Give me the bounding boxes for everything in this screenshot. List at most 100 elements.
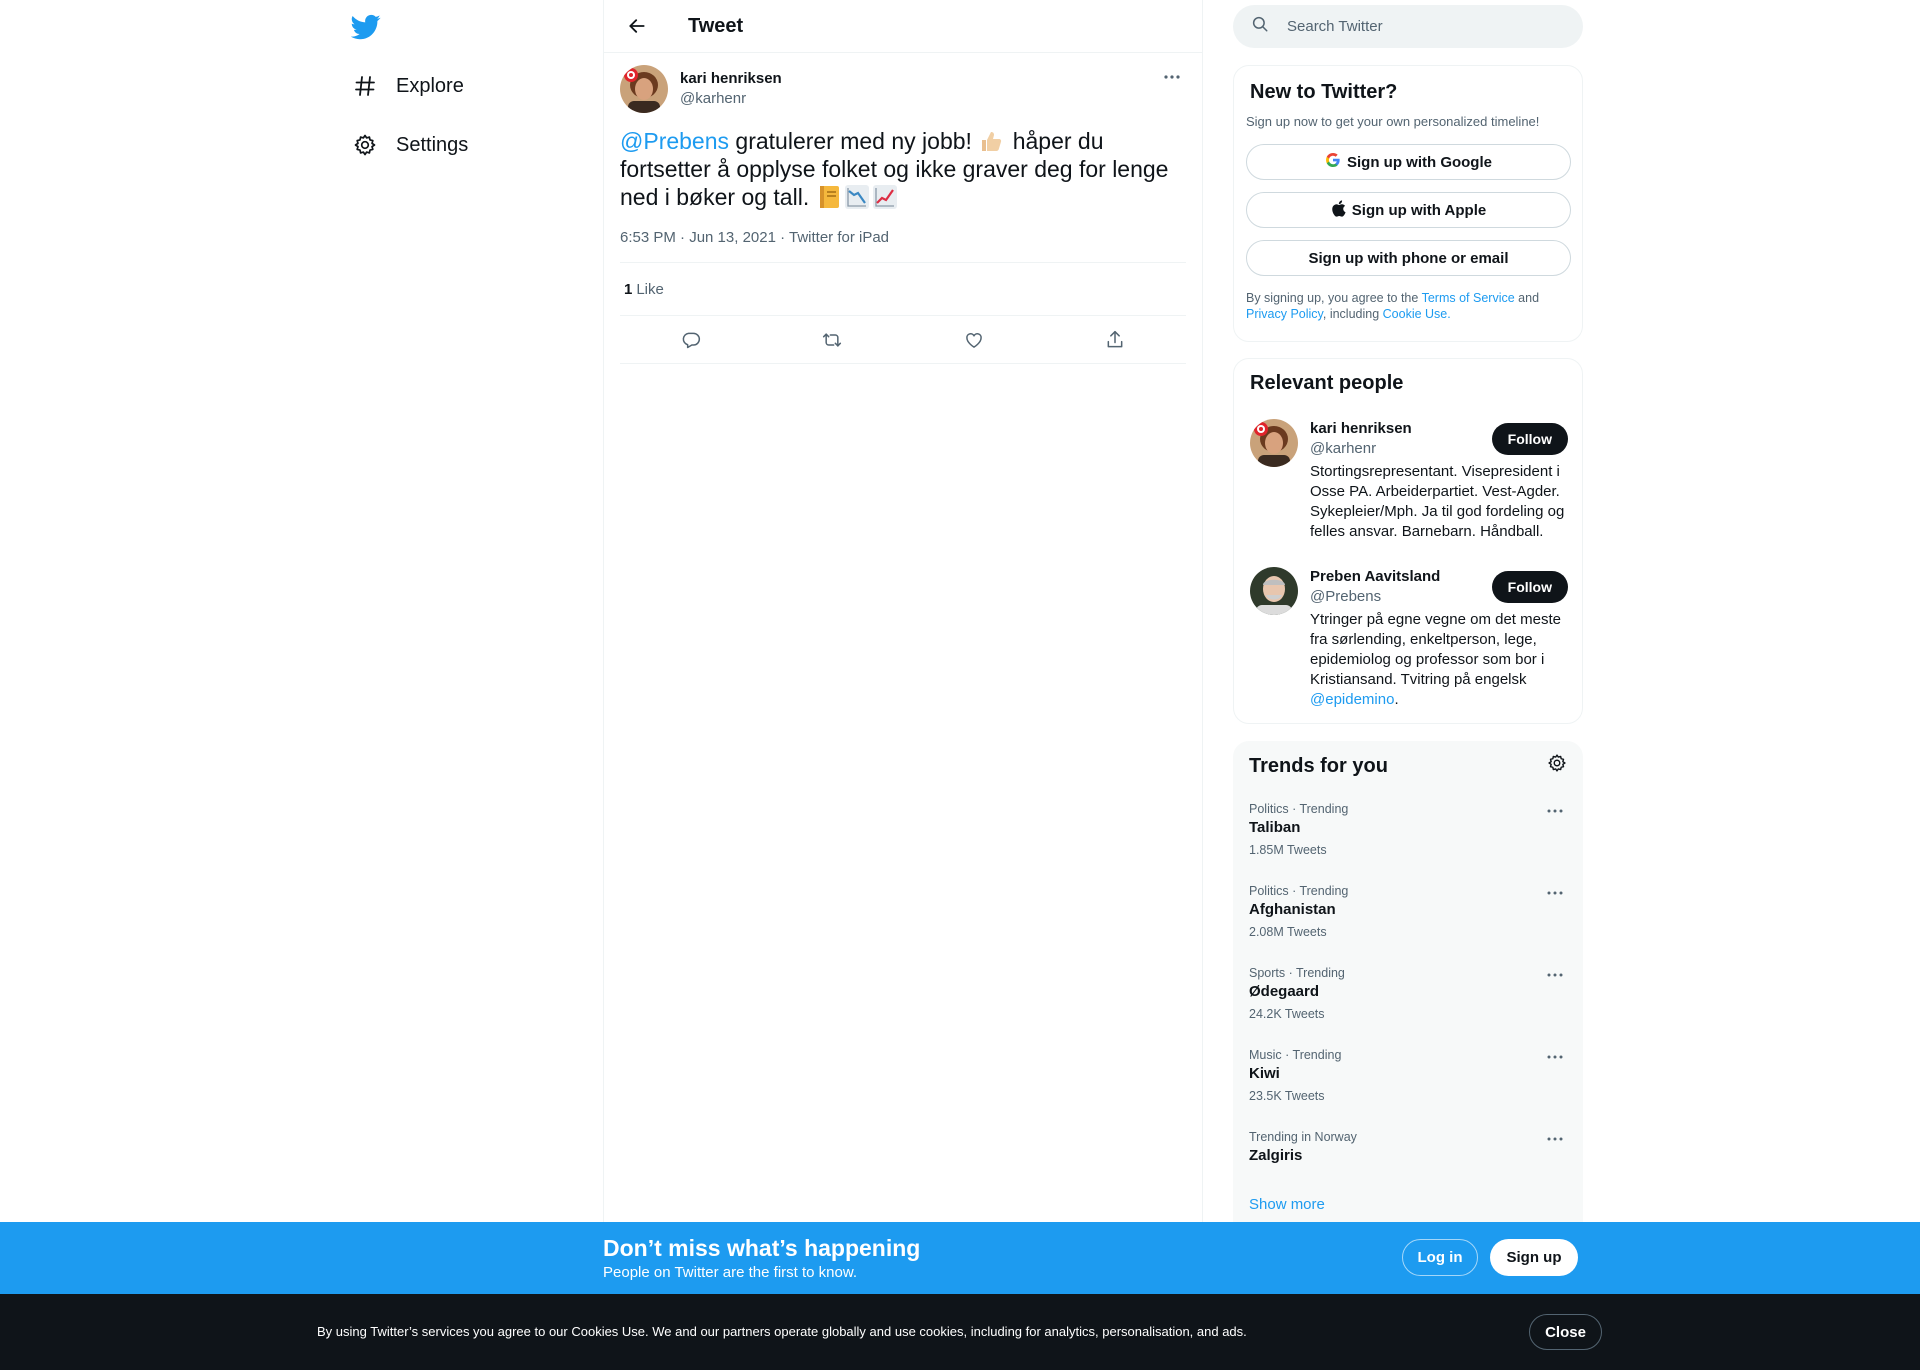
- avatar[interactable]: [1250, 419, 1298, 467]
- tweet-header: kari henriksen @karhenr: [620, 53, 1186, 113]
- likes-label: Like: [636, 280, 664, 298]
- twitter-logo-icon[interactable]: [350, 12, 381, 42]
- follow-button[interactable]: Follow: [1491, 423, 1568, 455]
- trend-category: Trending in Norway: [1249, 1130, 1357, 1144]
- gear-icon: [351, 132, 378, 159]
- trend-name: Kiwi: [1249, 1065, 1280, 1082]
- sign-up-button[interactable]: Sign up: [1490, 1239, 1578, 1276]
- notebook-emoji: [816, 184, 842, 210]
- cookie-close-button[interactable]: Close: [1529, 1314, 1602, 1350]
- person-bio: Ytringer på egne vegne om det meste fra …: [1310, 610, 1568, 710]
- tweet-actions: [620, 316, 1186, 364]
- signup-phone-button[interactable]: Sign up with phone or email: [1246, 240, 1571, 276]
- trend-item[interactable]: Music · Trending Kiwi 23.5K Tweets: [1249, 1047, 1567, 1104]
- trend-item[interactable]: Sports · Trending Ødegaard 24.2K Tweets: [1249, 965, 1567, 1022]
- share-icon[interactable]: [1098, 323, 1132, 357]
- tweet: kari henriksen @karhenr @Prebens gratule…: [604, 53, 1202, 364]
- trend-name: Afghanistan: [1249, 901, 1336, 918]
- login-prompt-bar: Don’t miss what’s happening People on Tw…: [0, 1222, 1920, 1294]
- trend-name: Ødegaard: [1249, 983, 1320, 1000]
- person-bio-text: Ytringer på egne vegne om det meste fra …: [1310, 611, 1561, 688]
- cookie-banner-text: By using Twitter’s services you agree to…: [317, 1324, 1247, 1339]
- cookie-banner: By using Twitter’s services you agree to…: [0, 1294, 1920, 1370]
- more-options-icon[interactable]: [1543, 1129, 1567, 1149]
- person-item[interactable]: Preben Aavitsland @Prebens Ytringer på e…: [1250, 567, 1568, 710]
- nav-explore[interactable]: Explore: [351, 60, 464, 112]
- search-icon: [1251, 15, 1269, 38]
- avatar[interactable]: [1250, 567, 1298, 615]
- terms-text: By signing up, you agree to the: [1246, 291, 1422, 305]
- trend-category: Music · Trending: [1249, 1048, 1342, 1062]
- signup-google-label: Sign up with Google: [1347, 153, 1492, 171]
- reply-icon[interactable]: [674, 323, 708, 357]
- more-options-icon[interactable]: [1543, 1047, 1567, 1067]
- tweet-timestamp[interactable]: 6:53 PM · Jun 13, 2021 · Twitter for iPa…: [620, 229, 1186, 263]
- follow-button[interactable]: Follow: [1491, 571, 1568, 603]
- signup-phone-label: Sign up with phone or email: [1308, 249, 1509, 267]
- trend-category: Politics · Trending: [1249, 802, 1349, 816]
- trend-item[interactable]: Trending in Norway Zalgiris: [1249, 1129, 1567, 1166]
- apple-icon: [1331, 199, 1352, 221]
- trend-name: Taliban: [1249, 819, 1301, 836]
- login-bar-title: Don’t miss what’s happening: [603, 1235, 921, 1261]
- tweet-stats[interactable]: 1 Like: [620, 263, 1186, 316]
- tweet-author: kari henriksen @karhenr: [680, 69, 782, 109]
- signup-title: New to Twitter?: [1250, 81, 1398, 103]
- trends-card: Trends for you Politics · Trending Talib…: [1233, 741, 1583, 1241]
- back-arrow-icon[interactable]: [620, 9, 654, 43]
- bio-mention-link[interactable]: @epidemino: [1310, 691, 1394, 708]
- signup-terms: By signing up, you agree to the Terms of…: [1246, 290, 1570, 322]
- relevant-people-card: Relevant people kari henriksen @karhenr …: [1233, 358, 1583, 724]
- retweet-icon[interactable]: [815, 323, 849, 357]
- signup-google-button[interactable]: Sign up with Google: [1246, 144, 1571, 180]
- author-handle[interactable]: @karhenr: [680, 89, 782, 109]
- trends-settings-gear-icon[interactable]: [1547, 753, 1567, 778]
- nav-explore-label: Explore: [396, 74, 464, 97]
- trend-count: 2.08M Tweets: [1249, 925, 1327, 939]
- main-column: Tweet kari henriksen @karhenr @Prebens g…: [603, 0, 1203, 1370]
- terms-of-service-link[interactable]: Terms of Service: [1422, 291, 1515, 305]
- like-icon[interactable]: [957, 323, 991, 357]
- show-more-link[interactable]: Show more: [1249, 1196, 1325, 1213]
- trend-name: Zalgiris: [1249, 1147, 1303, 1164]
- more-options-icon[interactable]: [1543, 965, 1567, 985]
- nav-settings[interactable]: Settings: [351, 119, 468, 171]
- trend-category: Politics · Trending: [1249, 884, 1349, 898]
- terms-text: , including: [1322, 307, 1383, 321]
- trend-item[interactable]: Politics · Trending Taliban 1.85M Tweets: [1249, 801, 1567, 858]
- person-bio: Stortingsrepresentant. Visepresident i O…: [1310, 463, 1565, 540]
- author-name[interactable]: kari henriksen: [680, 69, 782, 89]
- person-item[interactable]: kari henriksen @karhenr Stortingsreprese…: [1250, 419, 1568, 542]
- trends-header: Trends for you: [1249, 753, 1567, 778]
- cookie-use-link[interactable]: Cookie Use.: [1383, 307, 1451, 321]
- more-options-icon[interactable]: [1543, 883, 1567, 903]
- chart-decreasing-emoji: [844, 184, 870, 210]
- page-title: Tweet: [688, 14, 744, 37]
- tweet-text-part: gratulerer med ny jobb!: [729, 128, 979, 154]
- nav-settings-label: Settings: [396, 133, 469, 156]
- thumbs-up-emoji: [978, 128, 1004, 154]
- login-bar-subtitle: People on Twitter are the first to know.: [603, 1264, 858, 1281]
- more-options-icon[interactable]: [1158, 67, 1186, 87]
- log-in-button[interactable]: Log in: [1402, 1239, 1478, 1276]
- trend-category: Sports · Trending: [1249, 966, 1345, 980]
- google-icon: [1325, 152, 1347, 172]
- signup-apple-button[interactable]: Sign up with Apple: [1246, 192, 1571, 228]
- privacy-policy-link[interactable]: Privacy Policy: [1246, 307, 1323, 321]
- signup-subtitle: Sign up now to get your own personalized…: [1246, 114, 1540, 129]
- hashtag-icon: [351, 73, 378, 100]
- trend-count: 1.85M Tweets: [1249, 843, 1327, 857]
- person-bio-end: .: [1394, 691, 1399, 708]
- chart-increasing-emoji: [872, 184, 898, 210]
- trend-item[interactable]: Politics · Trending Afghanistan 2.08M Tw…: [1249, 883, 1567, 940]
- more-options-icon[interactable]: [1543, 801, 1567, 821]
- main-header: Tweet: [604, 0, 1202, 53]
- search-box[interactable]: [1233, 5, 1583, 48]
- mention-link[interactable]: @Prebens: [620, 128, 729, 154]
- tweet-text: @Prebens gratulerer med ny jobb! håper d…: [620, 127, 1186, 211]
- author-avatar[interactable]: [620, 65, 668, 113]
- search-input[interactable]: [1287, 18, 1547, 35]
- terms-text: and: [1514, 291, 1540, 305]
- trend-count: 23.5K Tweets: [1249, 1089, 1325, 1103]
- relevant-people-title: Relevant people: [1250, 372, 1404, 394]
